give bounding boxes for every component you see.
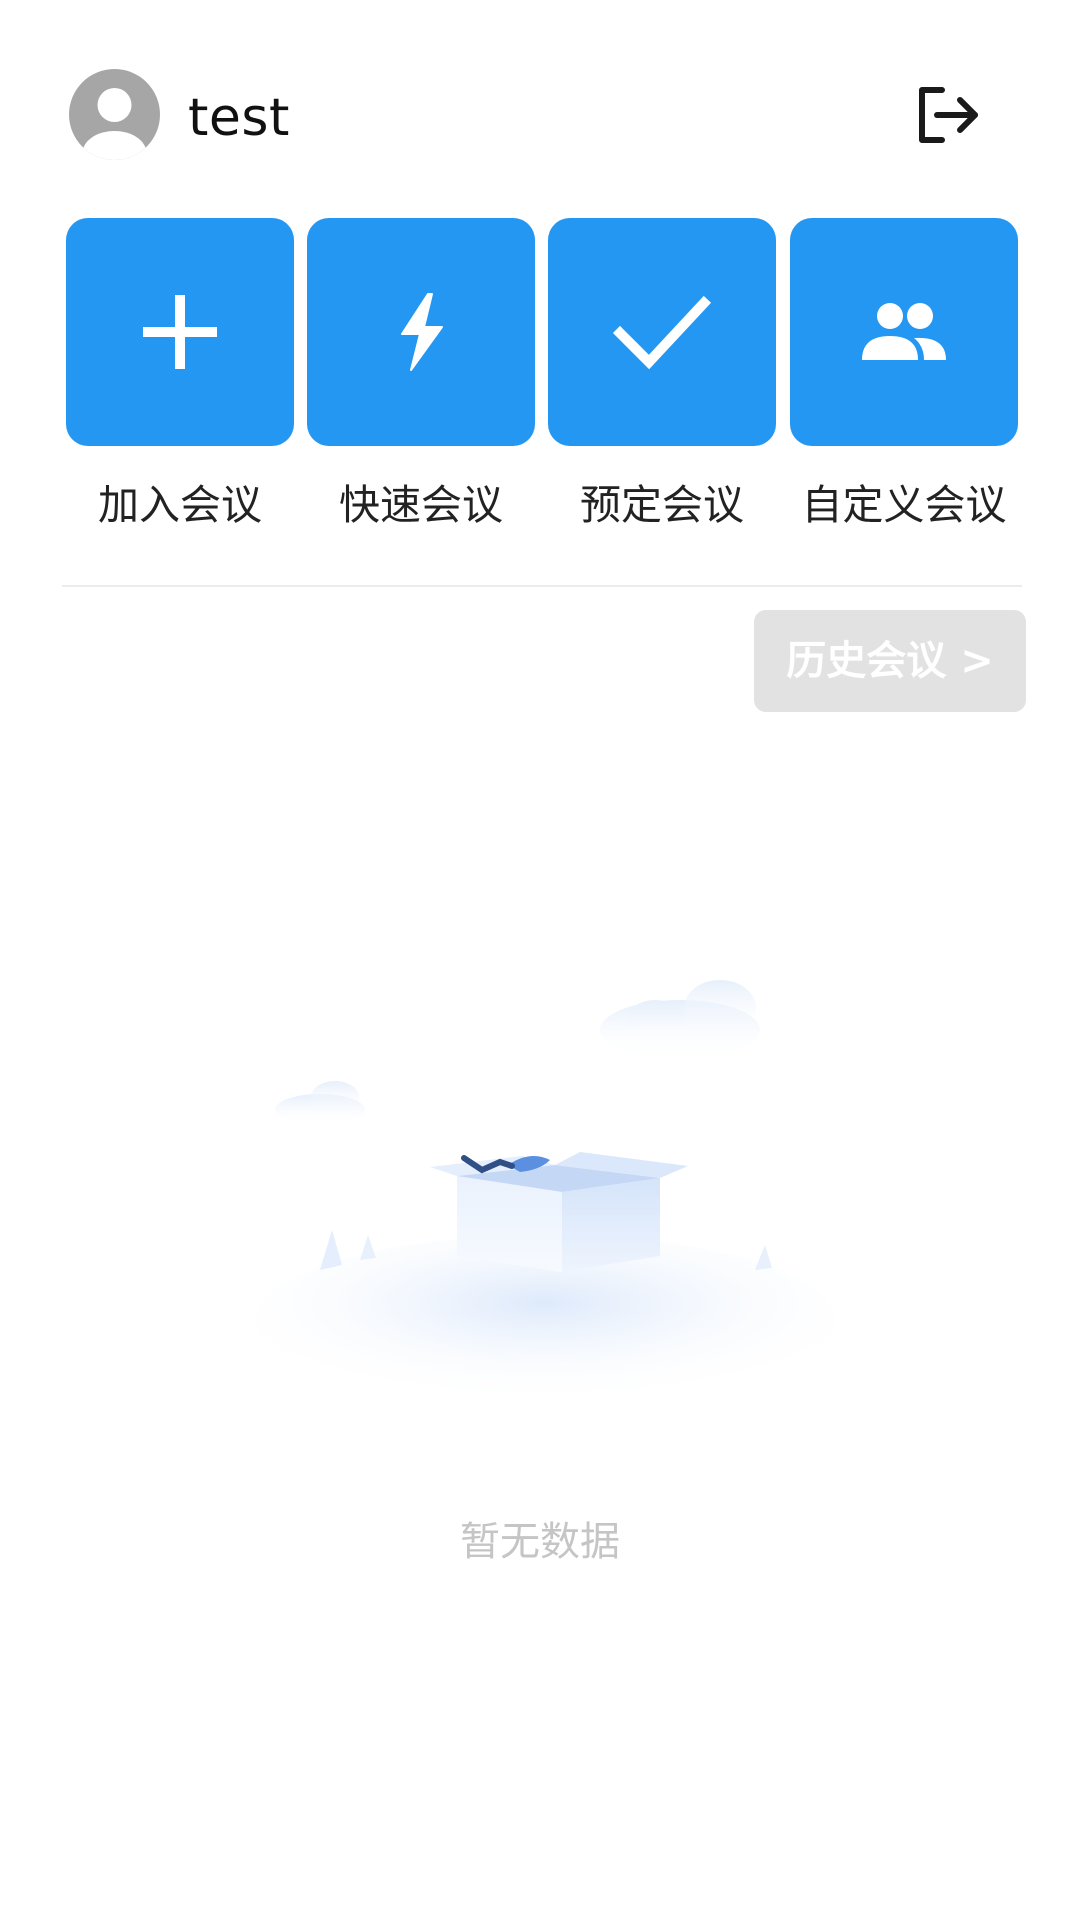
username: test [188, 88, 290, 148]
custom-meeting-label: 自定义会议 [801, 481, 1007, 529]
quick-meeting-button[interactable]: 快速会议 [307, 218, 535, 538]
quick-meeting-tile[interactable] [307, 218, 535, 446]
people-icon [862, 303, 946, 360]
schedule-meeting-button[interactable]: 预定会议 [548, 218, 776, 538]
divider [62, 585, 1022, 587]
plus-icon [143, 295, 217, 369]
logout-icon [919, 87, 978, 143]
user-avatar-icon [82, 88, 147, 160]
schedule-meeting-label: 预定会议 [580, 481, 744, 529]
history-meetings-button[interactable]: 历史会议 > [754, 610, 1026, 712]
join-meeting-label: 加入会议 [98, 481, 262, 529]
logout-button[interactable] [912, 80, 986, 150]
empty-state-text: 暂无数据 [460, 1519, 620, 1565]
header: test [0, 0, 1080, 200]
quick-actions: 加入会议 快速会议 预定会议 自定义会议 [66, 218, 1018, 538]
schedule-meeting-tile[interactable] [548, 218, 776, 446]
avatar[interactable] [69, 69, 160, 160]
empty-box-illustration [250, 960, 850, 1405]
custom-meeting-tile[interactable] [790, 218, 1018, 446]
meeting-home-screen: test 加入会议 快速会议 预定会议 自定义会议 历史会议 > 暂无数据 [0, 0, 1080, 1920]
lightning-icon [401, 293, 443, 371]
quick-meeting-label: 快速会议 [339, 481, 503, 529]
join-meeting-tile[interactable] [66, 218, 294, 446]
custom-meeting-button[interactable]: 自定义会议 [790, 218, 1018, 538]
check-icon [612, 295, 712, 370]
join-meeting-button[interactable]: 加入会议 [66, 218, 294, 538]
